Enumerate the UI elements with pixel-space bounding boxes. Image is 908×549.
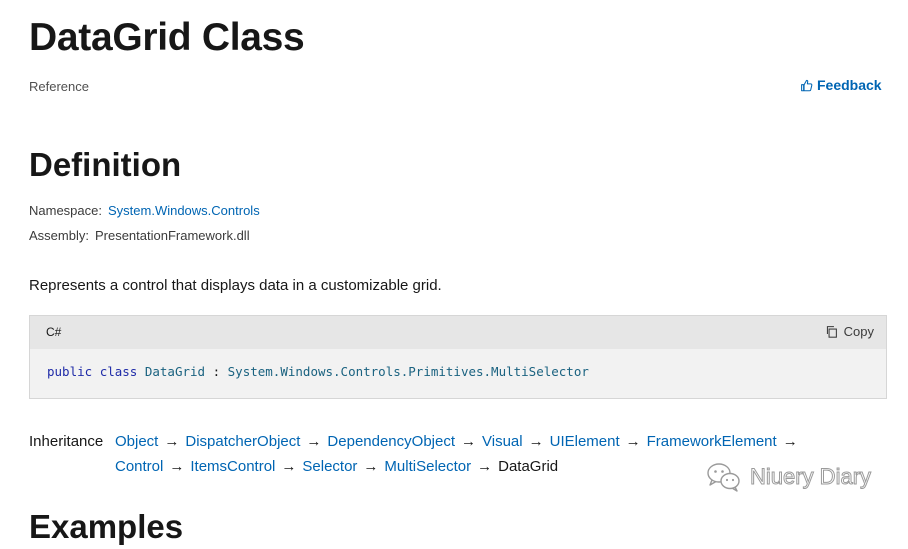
inheritance-label: Inheritance bbox=[29, 433, 104, 450]
copy-label: Copy bbox=[843, 324, 874, 339]
class-summary: Represents a control that displays data … bbox=[29, 277, 442, 294]
code-language-label: C# bbox=[46, 325, 62, 339]
inherit-link-frameworkelement[interactable]: FrameworkElement bbox=[647, 433, 777, 450]
inherit-link-object[interactable]: Object bbox=[115, 433, 158, 450]
arrow-icon: → bbox=[169, 458, 185, 475]
copy-button[interactable]: Copy bbox=[825, 324, 874, 339]
inherit-current-class: DataGrid bbox=[498, 458, 559, 475]
arrow-icon: → bbox=[477, 458, 493, 475]
namespace-link[interactable]: System.Windows.Controls bbox=[108, 203, 260, 218]
inherit-link-multiselector[interactable]: MultiSelector bbox=[384, 458, 471, 475]
page-title: DataGrid Class bbox=[29, 16, 305, 59]
examples-heading: Examples bbox=[29, 508, 184, 545]
wechat-icon bbox=[706, 462, 742, 492]
assembly-row: Assembly: PresentationFramework.dll bbox=[29, 228, 250, 243]
reference-label: Reference bbox=[29, 79, 89, 94]
arrow-icon: → bbox=[528, 433, 544, 450]
thumbs-up-icon bbox=[800, 79, 813, 92]
code-declaration: public class DataGrid : System.Windows.C… bbox=[47, 364, 589, 379]
definition-heading: Definition bbox=[29, 146, 182, 183]
arrow-icon: → bbox=[625, 433, 641, 450]
arrow-icon: → bbox=[782, 433, 798, 450]
assembly-label: Assembly: bbox=[29, 228, 89, 243]
arrow-icon: → bbox=[281, 458, 297, 475]
code-separator: : bbox=[205, 364, 228, 379]
arrow-icon: → bbox=[306, 433, 322, 450]
code-keyword-class: class bbox=[99, 364, 138, 379]
inherit-link-visual[interactable]: Visual bbox=[482, 433, 523, 450]
inherit-link-itemscontrol[interactable]: ItemsControl bbox=[190, 458, 275, 475]
arrow-icon: → bbox=[164, 433, 180, 450]
inherit-link-uielement[interactable]: UIElement bbox=[550, 433, 620, 450]
inherit-link-selector[interactable]: Selector bbox=[302, 458, 357, 475]
code-keyword-public: public bbox=[47, 364, 93, 379]
code-type-name: DataGrid bbox=[144, 364, 206, 379]
code-block: C# Copy public class DataGrid : System.W… bbox=[29, 315, 887, 399]
inherit-link-control[interactable]: Control bbox=[115, 458, 163, 475]
namespace-label: Namespace: bbox=[29, 203, 102, 218]
feedback-label: Feedback bbox=[817, 77, 882, 93]
assembly-value: PresentationFramework.dll bbox=[94, 228, 250, 243]
arrow-icon: → bbox=[363, 458, 379, 475]
feedback-button[interactable]: Feedback bbox=[800, 77, 882, 93]
inherit-link-dispatcherobject[interactable]: DispatcherObject bbox=[185, 433, 300, 450]
namespace-row: Namespace: System.Windows.Controls bbox=[29, 203, 260, 218]
copy-icon bbox=[825, 325, 838, 338]
watermark: Niuery Diary bbox=[706, 462, 872, 492]
code-header: C# Copy bbox=[30, 316, 886, 349]
arrow-icon: → bbox=[461, 433, 477, 450]
watermark-text: Niuery Diary bbox=[749, 464, 872, 490]
code-base-type: System.Windows.Controls.Primitives.Multi… bbox=[227, 364, 589, 379]
inherit-link-dependencyobject[interactable]: DependencyObject bbox=[327, 433, 455, 450]
